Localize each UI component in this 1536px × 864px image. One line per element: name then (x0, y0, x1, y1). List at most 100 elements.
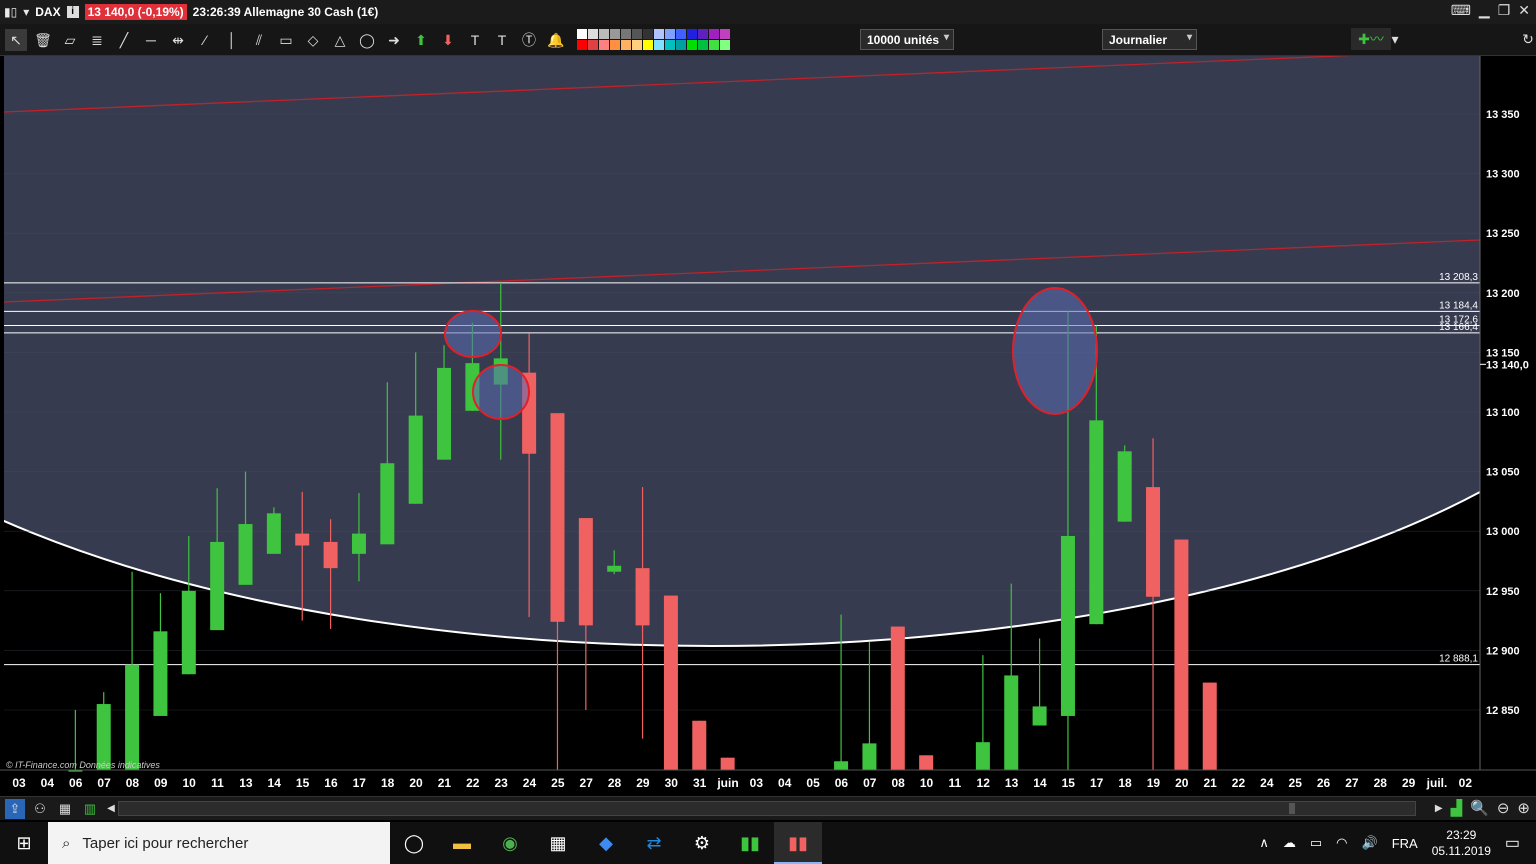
fibonacci-icon[interactable]: ≣ (86, 29, 108, 51)
trading-app-icon[interactable]: ▮▮ (726, 822, 774, 864)
arrow-right-icon[interactable]: ➜ (383, 29, 405, 51)
candle-body (1174, 539, 1189, 770)
file-explorer-icon[interactable]: ▬ (438, 822, 486, 864)
line-icon[interactable]: ╱ (113, 29, 135, 51)
candles-icon[interactable]: ▥ (80, 799, 100, 819)
x-tick-label: juin (716, 776, 738, 790)
wifi-icon[interactable]: ◠ (1336, 835, 1347, 851)
fit-chart-icon[interactable]: ▟ (1451, 799, 1463, 819)
clock[interactable]: 23:29 05.11.2019 (1432, 827, 1491, 859)
horizontal-line-icon[interactable]: ─ (140, 29, 162, 51)
candle-body (181, 590, 196, 675)
taskbar-search-input[interactable]: ⌕ Taper ici pour rechercher (48, 822, 390, 864)
volume-icon[interactable]: 🔊 (1362, 835, 1378, 851)
info-icon[interactable]: i (66, 6, 79, 18)
chevron-up-icon[interactable]: ∧ (1259, 835, 1269, 851)
scroll-right-icon[interactable]: ▶ (1435, 799, 1443, 819)
arrow-down-icon[interactable]: ⬇ (437, 29, 459, 51)
chart-type-icon[interactable]: ▮▯ (4, 5, 17, 19)
symbol-label[interactable]: DAX (35, 5, 60, 19)
cursor-icon[interactable]: ↖ (5, 28, 27, 51)
chart-scrollbar[interactable] (118, 801, 1416, 816)
sync-icon[interactable]: ↻ (1517, 28, 1536, 50)
settings-gear-icon[interactable]: ⚙ (678, 822, 726, 864)
alert-bell-icon[interactable]: 🔔 (545, 29, 567, 51)
candle-body (380, 463, 395, 545)
battery-icon[interactable]: ▭ (1310, 835, 1322, 851)
diamond-icon[interactable]: ◇ (302, 29, 324, 51)
trend-line-icon[interactable]: ⁄ (194, 29, 216, 51)
units-select[interactable]: 10000 unités ▾ (860, 29, 954, 50)
ellipse-icon[interactable]: ◯ (356, 29, 378, 51)
calculator-icon[interactable]: ▦ (534, 822, 582, 864)
chart-area[interactable]: 13 208,3 13 184,4 13 172,6 13 166,4 12 888,1… (0, 56, 1536, 796)
text-icon[interactable]: T (491, 29, 513, 51)
x-tick-label: 18 (1118, 776, 1132, 790)
x-tick-label: 25 (1289, 776, 1303, 790)
dropdown-icon[interactable]: ▾ (23, 5, 29, 19)
indicator-icon[interactable]: ✚〰 (1351, 28, 1391, 50)
color-palette[interactable] (577, 29, 730, 50)
zoom-reset-icon[interactable]: 🔍 (1470, 799, 1489, 819)
x-tick-label: juil. (1426, 776, 1448, 790)
candle-body (323, 541, 338, 569)
zoom-in-icon[interactable]: ⊕ (1517, 799, 1530, 819)
share-icon[interactable]: ⇪ (5, 798, 25, 819)
x-tick-label: 28 (608, 776, 622, 790)
chrome-icon[interactable]: ◉ (486, 822, 534, 864)
windows-start-icon[interactable]: ⊞ (0, 822, 48, 864)
task-view-icon[interactable]: ◯ (390, 822, 438, 864)
restore-icon[interactable]: ❐ (1498, 2, 1511, 19)
vertical-line-icon[interactable]: │ (221, 29, 243, 51)
candle-body (919, 755, 934, 770)
eraser-icon[interactable]: ▱ (59, 29, 81, 51)
x-tick-label: 09 (154, 776, 168, 790)
horizontal-level-label: 13 184,4 (1439, 300, 1478, 311)
x-tick-label: 13 (239, 776, 253, 790)
scroll-left-icon[interactable]: ◀ (105, 799, 117, 819)
horizontal-level-label: 12 888,1 (1439, 654, 1478, 665)
minimize-icon[interactable]: ▁ (1479, 2, 1490, 19)
keyboard-icon[interactable]: ⌨ (1451, 2, 1471, 19)
trading-app-active-icon[interactable]: ▮▮ (774, 822, 822, 864)
network-icon[interactable]: ⚇ (30, 799, 50, 819)
candle-body (351, 533, 366, 554)
x-tick-label: 10 (920, 776, 934, 790)
trash-icon[interactable]: 🗑 (32, 29, 54, 51)
channel-icon[interactable]: ⫽ (248, 29, 270, 51)
x-tick-label: 17 (1090, 776, 1104, 790)
close-icon[interactable]: ✕ (1518, 2, 1530, 19)
language-indicator[interactable]: FRA (1392, 836, 1418, 851)
horizontal-segment-icon[interactable]: ⇹ (167, 29, 189, 51)
triangle-icon[interactable]: △ (329, 29, 351, 51)
x-tick-label: 22 (466, 776, 480, 790)
candle-body (125, 664, 140, 770)
onedrive-warning-icon[interactable]: ☁ (1283, 835, 1296, 851)
period-select[interactable]: Journalier ▾ (1102, 29, 1197, 50)
x-tick-label: 29 (636, 776, 650, 790)
x-tick-label: 06 (69, 776, 83, 790)
candlestick-chart[interactable]: 13 208,313 184,413 172,613 166,412 888,1… (0, 56, 1536, 796)
scrollbar-thumb[interactable] (1289, 803, 1295, 814)
text-box-icon[interactable]: T (464, 29, 486, 51)
candle-body (550, 413, 565, 622)
x-tick-label: 07 (863, 776, 877, 790)
arrow-up-icon[interactable]: ⬆ (410, 29, 432, 51)
candle-body (663, 595, 678, 770)
x-tick-label: 02 (1459, 776, 1473, 790)
x-tick-label: 04 (41, 776, 55, 790)
y-tick-label: 13 150 (1486, 347, 1520, 359)
text-bubble-icon[interactable]: Ⓣ (518, 29, 540, 51)
zoom-out-icon[interactable]: ⊖ (1497, 799, 1510, 819)
teamviewer-icon[interactable]: ⇄ (630, 822, 678, 864)
notifications-icon[interactable]: ▭ (1505, 833, 1520, 853)
dropdown-icon[interactable]: ▾ (1389, 28, 1401, 50)
x-tick-label: 08 (126, 776, 140, 790)
dropbox-icon[interactable]: ◆ (582, 822, 630, 864)
highlight-ellipse (444, 310, 502, 358)
candle-body (834, 761, 849, 770)
candle-body (635, 568, 650, 626)
chart-settings-icon[interactable]: ▦ (55, 799, 75, 819)
window-titlebar: ▮▯ ▾ DAX i 13 140,0 (-0,19%) 23:26:39 Al… (0, 0, 1536, 24)
rectangle-icon[interactable]: ▭ (275, 29, 297, 51)
